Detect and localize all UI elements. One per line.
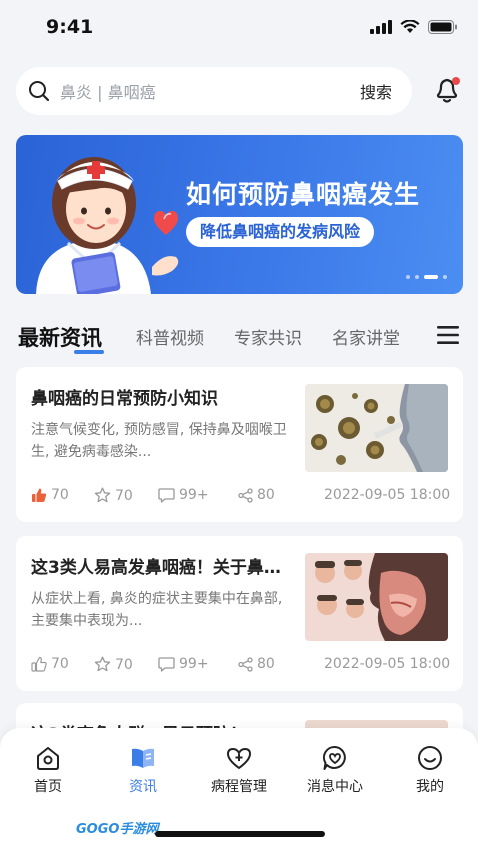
nav-news-label: 资讯 (129, 779, 157, 795)
search-button[interactable]: 搜索 (360, 79, 392, 103)
comment-icon (158, 488, 175, 503)
favorite-button[interactable]: 70 (94, 656, 133, 673)
battery-icon (428, 20, 457, 34)
tab-expert-consensus[interactable]: 专家共识 (234, 324, 302, 349)
nav-messages-label: 消息中心 (307, 779, 363, 795)
heart-plus-icon (227, 748, 251, 769)
category-tabs: 最新资讯 科普视频 专家共识 名家讲堂 (18, 318, 463, 358)
article-date: 2022-09-05 18:00 (324, 656, 451, 672)
article-desc: 注意气候变化, 预防感冒, 保持鼻及咽喉卫生, 避免病毒感染... (31, 422, 287, 460)
banner-subtitle: 降低鼻咽癌的发病风险 (186, 217, 375, 247)
nav-profile-label: 我的 (416, 779, 444, 795)
like-count: 70 (51, 487, 69, 503)
tab-latest-news[interactable]: 最新资讯 (18, 322, 102, 352)
share-button[interactable]: 80 (238, 656, 275, 672)
article-title: 这3类人易高发鼻咽癌！关于鼻咽癌 (31, 558, 293, 578)
search-icon (29, 81, 50, 102)
banner-title: 如何预防鼻咽癌发生 (186, 180, 421, 209)
article-title: 鼻咽癌的日常预防小知识 (31, 389, 218, 409)
share-icon (238, 487, 253, 503)
nav-news[interactable]: 资讯 (108, 744, 178, 796)
status-time: 9:41 (46, 16, 94, 38)
tab-science-videos[interactable]: 科普视频 (136, 324, 204, 349)
star-icon (94, 656, 111, 672)
like-button[interactable]: 70 (31, 487, 69, 503)
menu-icon[interactable] (437, 326, 459, 344)
share-button[interactable]: 80 (238, 487, 275, 503)
comment-count: 99+ (179, 487, 209, 503)
article-card[interactable]: 鼻咽癌的日常预防小知识 注意气候变化, 预防感冒, 保持鼻及咽喉卫生, 避免病毒… (16, 367, 463, 522)
article-thumbnail (305, 553, 448, 641)
watermark-logo: GOGO手游网 (76, 822, 159, 837)
nav-home-label: 首页 (34, 779, 62, 795)
smile-icon (418, 746, 442, 770)
thumbs-up-icon (32, 488, 47, 502)
article-desc: 从症状上看, 鼻炎的症状主要集中在鼻部, 主要集中表现为... (31, 591, 283, 629)
status-bar: 9:41 (0, 0, 478, 58)
share-count: 80 (257, 656, 275, 672)
comment-icon (158, 657, 175, 672)
search-input[interactable]: 鼻炎 | 鼻咽癌 (60, 79, 360, 103)
tab-active-indicator (74, 350, 104, 354)
article-card[interactable]: 这3类人易高发鼻咽癌！关于鼻咽癌 从症状上看, 鼻炎的症状主要集中在鼻部, 主要… (16, 536, 463, 691)
like-button[interactable]: 70 (31, 656, 69, 672)
status-icons (370, 20, 458, 34)
banner-pagination (406, 275, 447, 279)
like-count: 70 (51, 656, 69, 672)
article-meta: 70 70 99+ 80 2022-09-05 18:00 (31, 654, 451, 676)
article-thumbnail (305, 384, 448, 472)
comment-count: 99+ (179, 656, 209, 672)
banner-dot[interactable] (443, 275, 447, 279)
wifi-icon (400, 20, 420, 33)
search-bar[interactable]: 鼻炎 | 鼻咽癌 搜索 (16, 67, 412, 115)
article-meta: 70 70 99+ 80 2022-09-05 18:00 (31, 485, 451, 507)
comment-button[interactable]: 99+ (158, 656, 209, 672)
nurse-illustration (36, 157, 179, 294)
banner-dot[interactable] (406, 275, 410, 279)
nav-home[interactable]: 首页 (13, 744, 83, 796)
favorite-count: 70 (115, 656, 133, 673)
home-indicator[interactable] (155, 831, 325, 837)
news-icon (132, 748, 154, 768)
nav-course-label: 病程管理 (211, 779, 267, 795)
home-icon (37, 747, 59, 770)
banner-dot-active[interactable] (424, 275, 438, 279)
nav-messages[interactable]: 消息中心 (300, 744, 370, 796)
share-count: 80 (257, 487, 275, 503)
notification-bell-icon[interactable] (430, 73, 464, 107)
favorite-button[interactable]: 70 (94, 487, 133, 504)
article-date: 2022-09-05 18:00 (324, 487, 451, 503)
tab-lectures[interactable]: 名家讲堂 (332, 324, 400, 349)
promo-banner[interactable]: 如何预防鼻咽癌发生 降低鼻咽癌的发病风险 (16, 135, 463, 294)
nav-profile[interactable]: 我的 (395, 744, 465, 796)
share-icon (238, 656, 253, 672)
star-icon (94, 487, 111, 503)
message-heart-icon (322, 746, 346, 770)
nav-course-management[interactable]: 病程管理 (204, 744, 274, 796)
signal-icon (370, 20, 392, 34)
thumbs-up-icon (31, 656, 47, 672)
favorite-count: 70 (115, 487, 133, 504)
comment-button[interactable]: 99+ (158, 487, 209, 503)
banner-dot[interactable] (415, 275, 419, 279)
